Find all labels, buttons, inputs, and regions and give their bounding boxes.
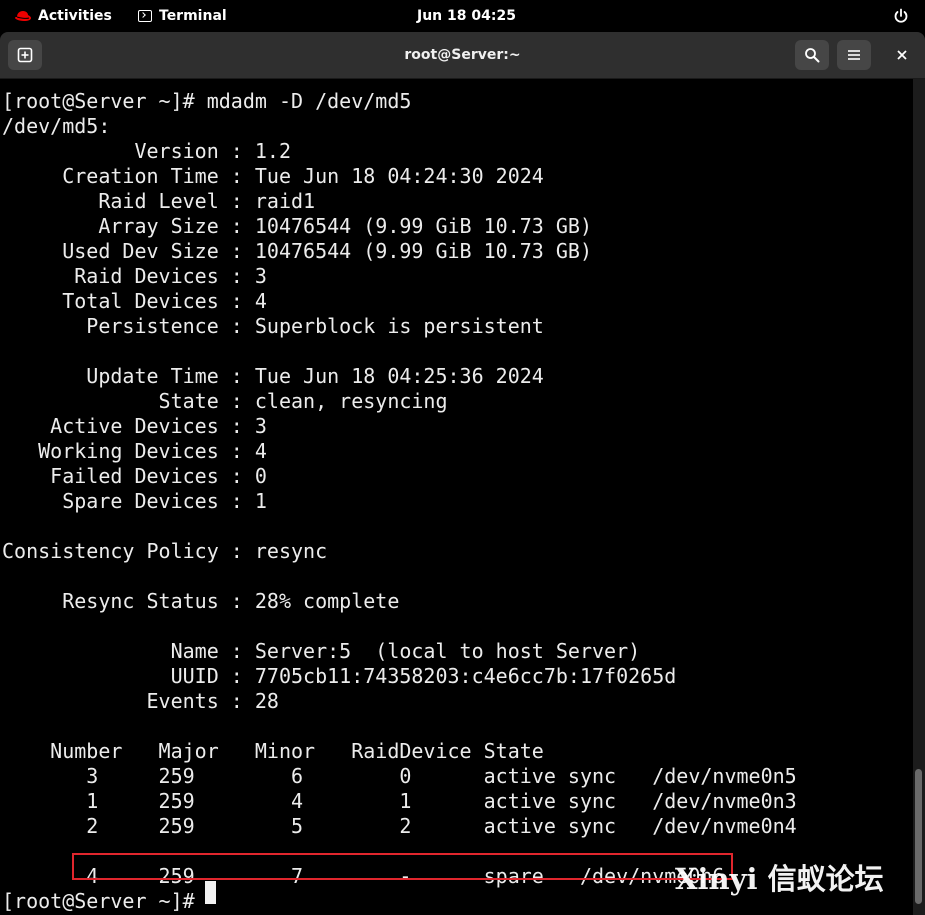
activities-label: Activities [38, 8, 112, 24]
window-titlebar[interactable]: root@Server:~ [0, 32, 925, 79]
terminal-window: root@Server:~ [root@Server ~]# mdadm -D … [0, 32, 925, 915]
terminal-line: Creation Time : Tue Jun 18 04:24:30 2024 [2, 164, 544, 188]
watermark: Xinyi 信蚁论坛 [675, 862, 884, 896]
terminal-line: 3 259 6 0 active sync /dev/nvme0n5 [2, 764, 797, 788]
app-name-label: Terminal [159, 8, 227, 24]
terminal-line: UUID : 7705cb11:74358203:c4e6cc7b:17f026… [2, 664, 677, 688]
terminal-line: Spare Devices : 1 [2, 489, 267, 513]
terminal-output[interactable]: [root@Server ~]# mdadm -D /dev/md5/dev/m… [0, 79, 913, 915]
terminal-line: Name : Server:5 (local to host Server) [2, 639, 641, 663]
redhat-logo-icon [15, 11, 31, 21]
terminal-line: Total Devices : 4 [2, 289, 267, 313]
top-bar: Activities Terminal Jun 18 04:25 [0, 0, 925, 32]
terminal-line: 1 259 4 1 active sync /dev/nvme0n3 [2, 789, 797, 813]
terminal-line: Used Dev Size : 10476544 (9.99 GiB 10.73… [2, 239, 593, 263]
terminal-line: Resync Status : 28% complete [2, 589, 400, 613]
terminal-line: 2 259 5 2 active sync /dev/nvme0n4 [2, 814, 797, 838]
spare-device-highlight [72, 853, 733, 880]
activities-button[interactable]: Activities [14, 0, 112, 32]
terminal-line: /dev/md5: [2, 114, 111, 138]
terminal-line: [root@Server ~]# [2, 889, 207, 913]
terminal-line: Persistence : Superblock is persistent [2, 314, 544, 338]
terminal-line: Events : 28 [2, 689, 279, 713]
app-menu-terminal[interactable]: Terminal [138, 0, 227, 32]
hamburger-menu-icon [848, 50, 860, 60]
search-icon [805, 48, 820, 63]
terminal-line: Active Devices : 3 [2, 414, 267, 438]
terminal-line: [root@Server ~]# mdadm -D /dev/md5 [2, 89, 412, 113]
scrollbar-thumb[interactable] [915, 769, 922, 904]
new-tab-icon [17, 47, 33, 63]
search-button[interactable] [795, 40, 829, 70]
terminal-scrollbar[interactable] [913, 79, 925, 915]
terminal-line: State : clean, resyncing [2, 389, 448, 413]
terminal-line: Consistency Policy : resync [2, 539, 328, 563]
new-tab-button[interactable] [8, 40, 42, 70]
terminal-line: Update Time : Tue Jun 18 04:25:36 2024 [2, 364, 544, 388]
terminal-line: Raid Devices : 3 [2, 264, 267, 288]
terminal-icon [138, 10, 152, 22]
system-menu-button[interactable] [893, 0, 909, 32]
terminal-line: Failed Devices : 0 [2, 464, 267, 488]
clock[interactable]: Jun 18 04:25 [417, 0, 516, 32]
terminal-line: Number Major Minor RaidDevice State [2, 739, 544, 763]
terminal-line: Version : 1.2 [2, 139, 291, 163]
close-icon [897, 50, 907, 60]
terminal-cursor [205, 881, 216, 904]
terminal-line: Raid Level : raid1 [2, 189, 316, 213]
clock-label: Jun 18 04:25 [417, 8, 516, 24]
power-icon [894, 8, 908, 23]
menu-button[interactable] [837, 40, 871, 70]
window-title: root@Server:~ [404, 47, 521, 63]
terminal-line: Array Size : 10476544 (9.99 GiB 10.73 GB… [2, 214, 593, 238]
terminal-line: Working Devices : 4 [2, 439, 267, 463]
close-button[interactable] [885, 40, 919, 70]
